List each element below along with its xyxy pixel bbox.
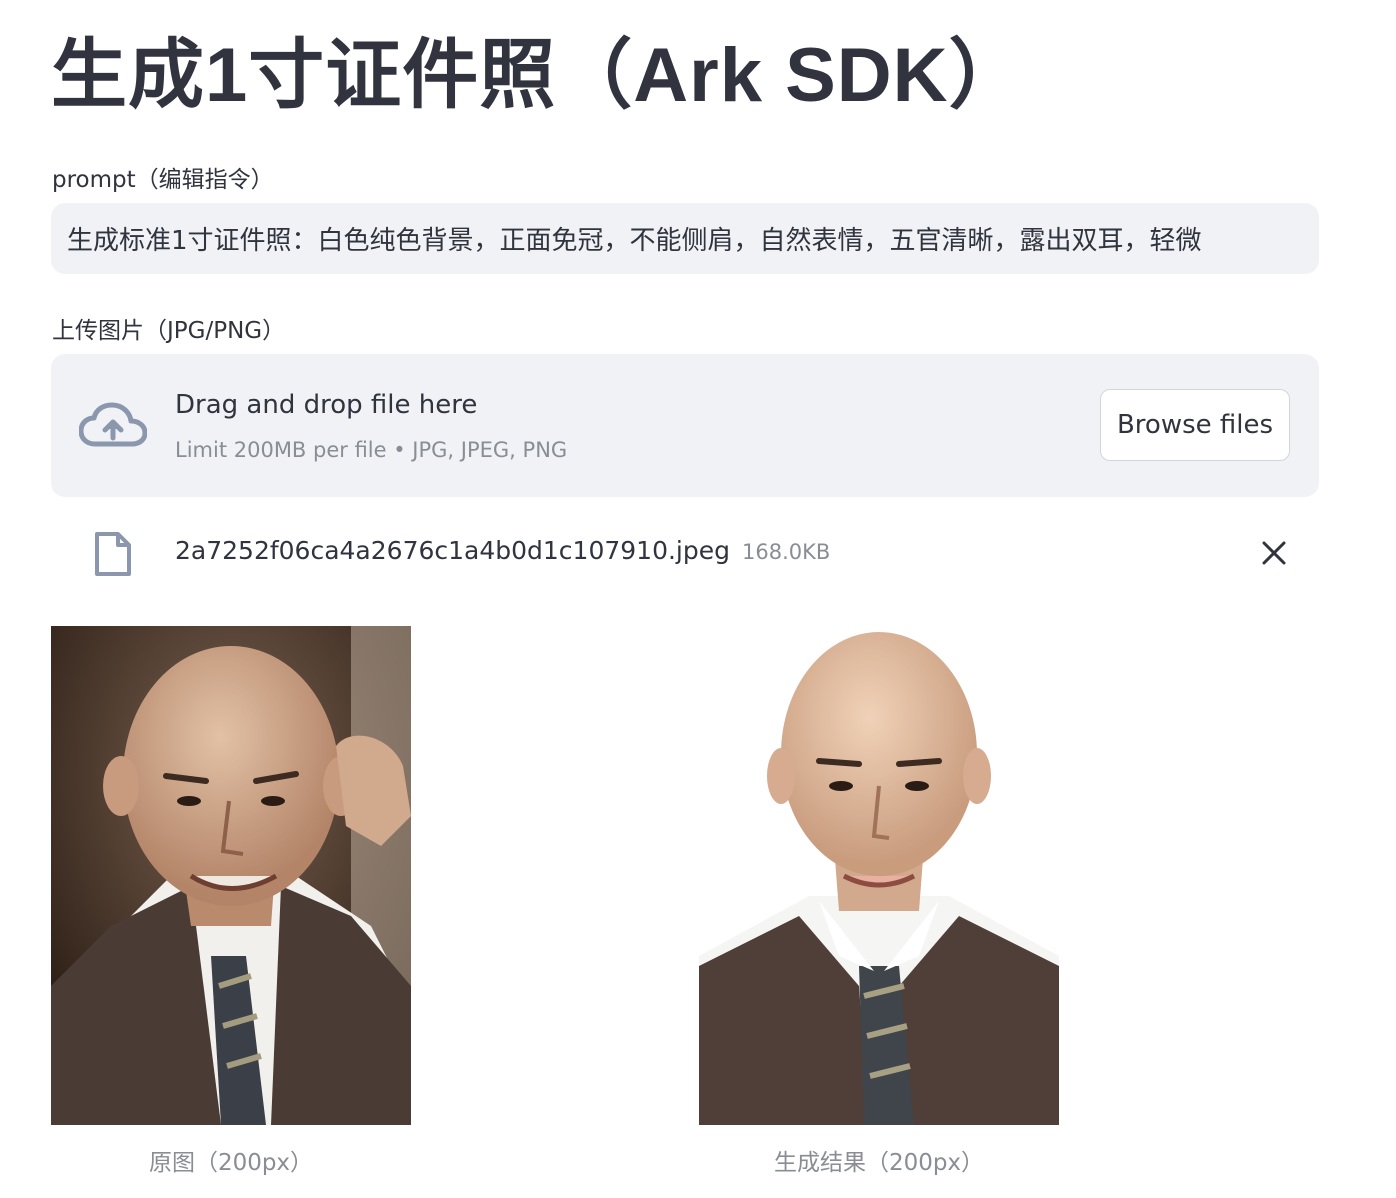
original-image-caption: 原图（200px）	[148, 1150, 314, 1176]
file-size: 168.0KB	[742, 540, 831, 564]
original-image	[51, 626, 411, 1125]
result-image-caption: 生成结果（200px）	[773, 1150, 985, 1176]
result-image	[699, 626, 1059, 1125]
prompt-label: prompt（编辑指令）	[52, 167, 274, 193]
close-icon[interactable]	[1259, 538, 1289, 568]
uploaded-file-item: 2a7252f06ca4a2676c1a4b0d1c107910.jpeg 168…	[51, 522, 1319, 584]
file-name: 2a7252f06ca4a2676c1a4b0d1c107910.jpeg 168…	[175, 536, 830, 565]
page-title: 生成1寸证件照（Ark SDK）	[51, 33, 1026, 118]
file-dropzone[interactable]: Drag and drop file here Limit 200MB per …	[51, 354, 1319, 497]
prompt-input[interactable]	[51, 203, 1319, 274]
dropzone-title: Drag and drop file here	[175, 390, 478, 420]
file-icon	[95, 532, 131, 576]
cloud-upload-icon	[79, 402, 147, 447]
upload-label: 上传图片（JPG/PNG）	[52, 318, 286, 344]
prompt-field[interactable]	[51, 203, 1319, 274]
browse-files-button[interactable]: Browse files	[1100, 389, 1290, 461]
file-name-text: 2a7252f06ca4a2676c1a4b0d1c107910.jpeg	[175, 536, 730, 565]
dropzone-limit-text: Limit 200MB per file • JPG, JPEG, PNG	[175, 438, 568, 462]
